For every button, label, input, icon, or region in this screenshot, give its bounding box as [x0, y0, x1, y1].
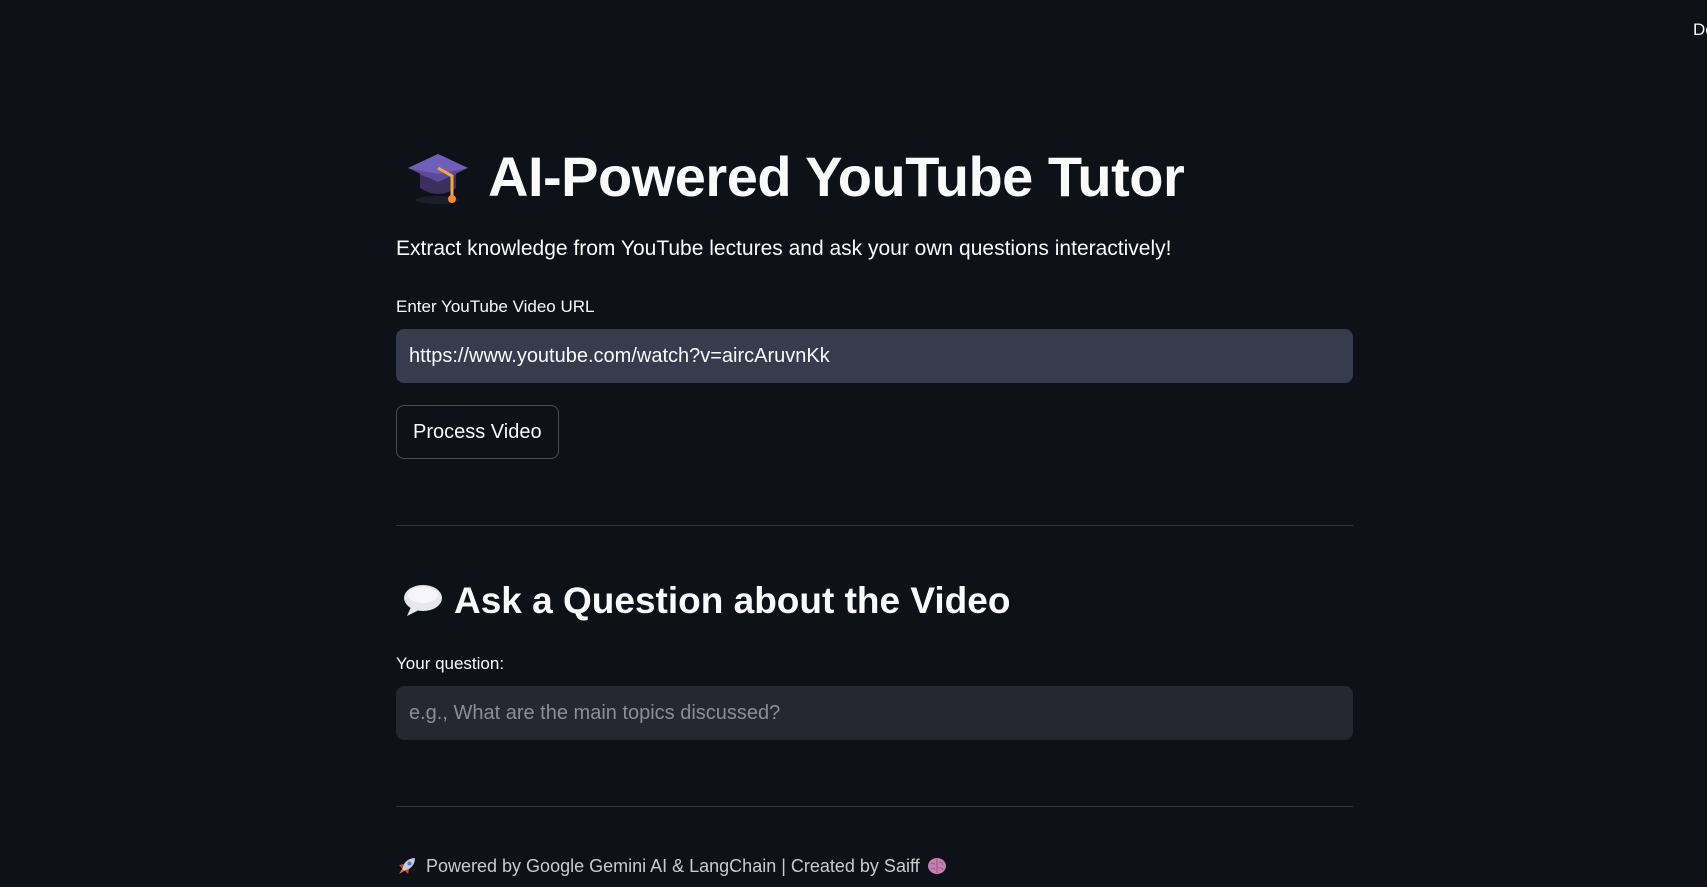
question-field-label: Your question: [396, 654, 505, 673]
footer-text: Powered by Google Gemini AI & LangChain … [426, 855, 920, 876]
speech-balloon-icon [404, 585, 442, 616]
deploy-menu-partial[interactable]: De [1693, 20, 1707, 40]
section-divider [396, 525, 1353, 526]
page-title: AI-Powered YouTube Tutor [488, 144, 1185, 208]
youtube-url-input[interactable] [396, 329, 1353, 383]
question-section-header: Ask a Question about the Video [396, 580, 1010, 622]
rocket-icon [399, 858, 415, 874]
question-input[interactable] [396, 686, 1353, 740]
brain-icon [927, 858, 946, 874]
question-section-heading: Ask a Question about the Video [454, 580, 1011, 621]
footer-divider [396, 806, 1353, 807]
url-field-label: Enter YouTube Video URL [396, 297, 595, 316]
footer: Powered by Google Gemini AI & LangChain … [396, 855, 948, 877]
graduation-cap-icon [408, 154, 468, 204]
page-header: AI-Powered YouTube Tutor [396, 142, 1185, 210]
page-subtitle: Extract knowledge from YouTube lectures … [396, 237, 1172, 260]
process-video-button[interactable]: Process Video [396, 405, 559, 459]
